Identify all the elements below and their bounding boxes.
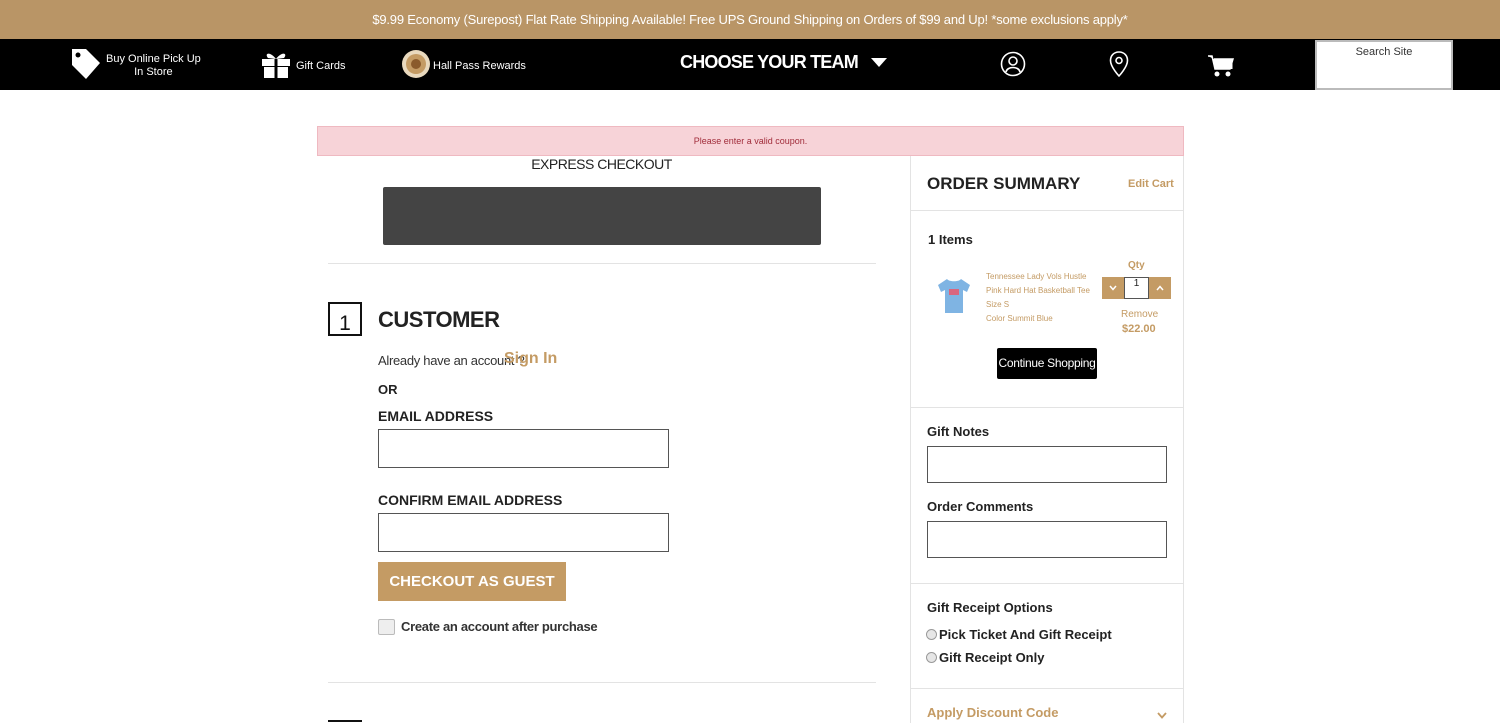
nav-gift-cards[interactable]: Gift Cards — [260, 49, 346, 82]
account-icon[interactable] — [1000, 51, 1026, 82]
cart-icon[interactable] — [1208, 54, 1235, 83]
choose-team-dropdown[interactable]: CHOOSE YOUR TEAM — [680, 52, 888, 73]
tag-icon — [70, 47, 102, 84]
search-input[interactable]: Search Site — [1315, 40, 1453, 90]
email-field[interactable] — [378, 429, 669, 468]
create-account-checkbox[interactable] — [378, 619, 395, 635]
panel-divider — [910, 688, 1184, 689]
product-size: Size S — [986, 300, 1010, 309]
main-nav: Buy Online Pick Up In Store Gift Cards H… — [0, 39, 1500, 90]
qty-decrease-button[interactable] — [1102, 277, 1124, 299]
panel-divider — [910, 583, 1184, 584]
checkout-as-guest-button[interactable]: CHECKOUT AS GUEST — [378, 562, 566, 601]
nav-pickup-in-store[interactable]: Buy Online Pick Up In Store — [70, 47, 201, 84]
search-placeholder: Search Site — [1355, 46, 1413, 58]
store-locator-pin-icon[interactable] — [1109, 51, 1129, 82]
coupon-error-alert: Please enter a valid coupon. — [317, 126, 1184, 156]
nav-hall-pass-rewards[interactable]: Hall Pass Rewards — [401, 49, 526, 82]
customer-section-title: CUSTOMER — [378, 307, 500, 332]
receipt-option-label: Pick Ticket And Gift Receipt — [939, 627, 1112, 642]
product-thumbnail[interactable] — [936, 277, 972, 320]
section-divider — [328, 682, 876, 683]
qty-increase-button[interactable] — [1149, 277, 1171, 299]
caret-down-icon — [858, 52, 888, 73]
order-summary-title: ORDER SUMMARY — [927, 174, 1081, 193]
gift-notes-field[interactable] — [927, 446, 1167, 483]
hall-pass-label: Hall Pass Rewards — [433, 59, 526, 72]
edit-cart-link[interactable]: Edit Cart — [1128, 178, 1174, 190]
items-count: 1 Items — [928, 232, 973, 247]
email-label: EMAIL ADDRESS — [378, 408, 494, 424]
order-comments-label: Order Comments — [927, 499, 1034, 514]
order-comments-field[interactable] — [927, 521, 1167, 558]
panel-divider — [910, 210, 1184, 211]
chevron-down-icon[interactable] — [1157, 706, 1167, 723]
radio-button[interactable] — [926, 652, 937, 663]
create-account-label: Create an account after purchase — [401, 619, 598, 634]
have-account-text: Already have an account ? — [378, 353, 525, 368]
product-color: Color Summit Blue — [986, 314, 1053, 323]
hall-pass-badge-icon — [401, 49, 431, 82]
or-separator: OR — [378, 382, 398, 397]
pickup-label-line2: In Store — [134, 65, 173, 78]
chevron-down-icon — [1109, 283, 1117, 293]
receipt-option-pick-ticket[interactable]: Pick Ticket And Gift Receipt — [926, 627, 1112, 642]
chevron-up-icon — [1156, 283, 1164, 293]
section-divider — [328, 263, 876, 264]
item-price: $22.00 — [1122, 323, 1156, 335]
express-checkout-title: EXPRESS CHECKOUT — [531, 156, 672, 172]
step-number: 1 — [328, 302, 362, 336]
panel-divider — [910, 407, 1184, 408]
pickup-label-line1: Buy Online Pick Up — [106, 52, 201, 65]
promo-text: $9.99 Economy (Surepost) Flat Rate Shipp… — [372, 12, 1128, 27]
sign-in-link[interactable]: Sign In — [504, 350, 557, 368]
receipt-option-gift-only[interactable]: Gift Receipt Only — [926, 650, 1044, 665]
continue-shopping-button[interactable]: Continue Shopping — [997, 348, 1097, 379]
gift-receipt-label: Gift Receipt Options — [927, 600, 1053, 615]
apply-discount-code-toggle[interactable]: Apply Discount Code — [927, 705, 1058, 720]
quantity-stepper: 1 — [1102, 277, 1171, 299]
gift-notes-label: Gift Notes — [927, 424, 990, 439]
radio-button[interactable] — [926, 629, 937, 640]
gift-cards-label: Gift Cards — [296, 59, 346, 72]
confirm-email-field[interactable] — [378, 513, 669, 552]
product-name[interactable]: Tennessee Lady Vols Hustle Pink Hard Hat… — [986, 270, 1101, 298]
confirm-email-label: CONFIRM EMAIL ADDRESS — [378, 492, 563, 508]
promo-banner: $9.99 Economy (Surepost) Flat Rate Shipp… — [0, 0, 1500, 39]
remove-item-link[interactable]: Remove — [1121, 309, 1158, 320]
gift-icon — [260, 49, 292, 82]
alert-text: Please enter a valid coupon. — [693, 136, 808, 146]
qty-label: Qty — [1128, 260, 1145, 271]
choose-team-label: CHOOSE YOUR TEAM — [680, 52, 859, 72]
product-details: Tennessee Lady Vols Hustle Pink Hard Hat… — [986, 270, 1101, 326]
express-checkout-button[interactable] — [383, 187, 821, 245]
qty-input[interactable]: 1 — [1124, 277, 1149, 299]
receipt-option-label: Gift Receipt Only — [939, 650, 1045, 665]
